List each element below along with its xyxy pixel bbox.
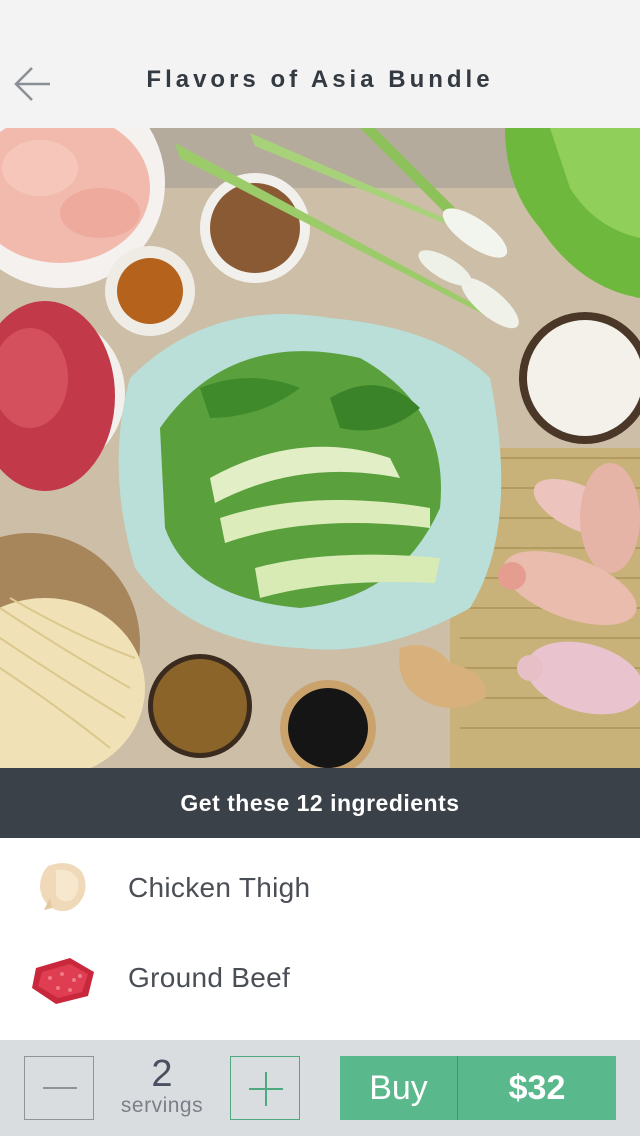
- servings-label: servings: [120, 1094, 204, 1117]
- ingredients-count-label: Get these 12 ingredients: [180, 789, 460, 816]
- page-title: Flavors of Asia Bundle: [146, 66, 494, 93]
- purchase-bar: 2 servings Buy $32: [0, 1040, 640, 1136]
- ingredient-name: Ground Beef: [128, 962, 291, 993]
- servings-stepper-value: 2 servings: [110, 1054, 214, 1118]
- bundle-hero-image: [0, 128, 640, 768]
- navigation-header: Flavors of Asia Bundle: [0, 0, 640, 128]
- buy-label: Buy: [340, 1056, 458, 1120]
- servings-count: 2: [151, 1053, 173, 1095]
- ground-beef-thumbnail: [32, 958, 94, 1004]
- increase-servings-button[interactable]: [230, 1056, 300, 1120]
- list-item[interactable]: Ground Beef: [0, 932, 640, 1022]
- buy-button[interactable]: Buy $32: [340, 1056, 616, 1120]
- chicken-thigh-thumbnail: [40, 863, 86, 911]
- ingredient-list: Chicken Thigh Ground Beef: [0, 838, 640, 1040]
- ingredients-banner: Get these 12 ingredients: [0, 768, 640, 838]
- ingredient-name: Chicken Thigh: [128, 872, 311, 903]
- price-label: $32: [508, 1068, 566, 1107]
- list-item[interactable]: Chicken Thigh: [0, 842, 640, 932]
- decrease-servings-button[interactable]: [24, 1056, 94, 1120]
